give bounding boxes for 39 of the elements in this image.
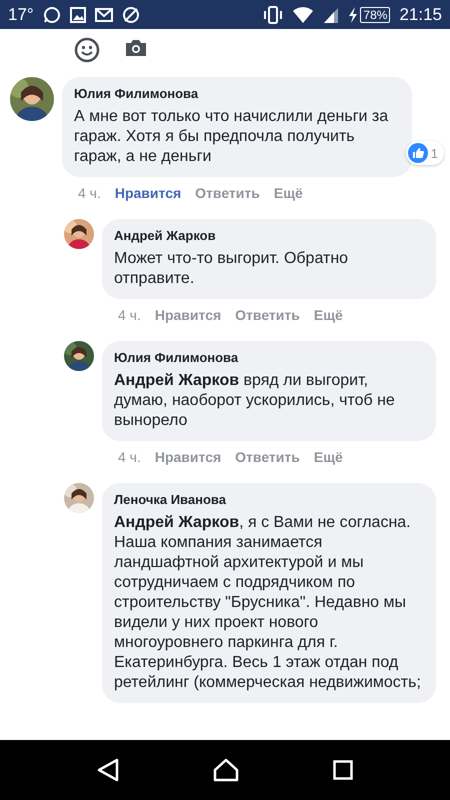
more-link[interactable]: Ещё	[274, 185, 303, 201]
emoji-icon[interactable]	[74, 37, 100, 63]
like-link[interactable]: Нравится	[154, 307, 222, 323]
back-icon[interactable]	[97, 758, 119, 782]
comment-text: А мне вот только что начислили деньги за гараж. Хотя я бы предпочла получить гараж, а не деньги	[74, 107, 390, 167]
comment-text: Может что-то выгорит. Обратно отправите.	[114, 249, 350, 289]
reaction-badge[interactable]: 1	[406, 141, 444, 165]
vibrate-icon	[263, 6, 284, 24]
author-name[interactable]: Юлия Филимонова	[114, 350, 238, 365]
comment-time: 4 ч.	[118, 449, 141, 465]
comment-text: Андрей Жарков, я с Вами не согласна. Наша компания занимается ландшафтной архитектурой и мы сотрудничаем с подрядчиком по строительству "Брусника". Недавно мы видели у них проект нового многоуровнего паркинга для г. Екатеринбурга. Весь 1 этаж отдан под ретейлинг (коммерческая недвижимость;	[114, 513, 422, 693]
comment-text: Андрей Жарков вряд ли выгорит, думаю, наоборот ускорились, чтоб не вынорело	[114, 371, 396, 431]
reaction-count: 1	[430, 146, 438, 160]
wifi-icon	[292, 6, 314, 24]
image-icon	[70, 6, 86, 22]
reply-link[interactable]: Ответить	[195, 185, 260, 201]
chat-icon	[42, 6, 61, 24]
thumbs-up-icon	[408, 143, 428, 163]
author-name[interactable]: Леночка Иванова	[114, 492, 226, 507]
mail-icon	[94, 8, 113, 22]
temperature: 17°	[8, 4, 34, 24]
signal-icon	[323, 6, 340, 22]
reply-link[interactable]: Ответить	[235, 449, 300, 465]
home-icon[interactable]	[213, 758, 239, 782]
more-link[interactable]: Ещё	[314, 307, 343, 323]
comment-time: 4 ч.	[78, 185, 101, 201]
recent-apps-icon[interactable]	[333, 760, 353, 780]
like-link[interactable]: Нравится	[154, 449, 222, 465]
blocked-icon	[122, 6, 140, 24]
more-link[interactable]: Ещё	[314, 449, 343, 465]
camera-icon[interactable]	[124, 37, 148, 59]
author-name[interactable]: Андрей Жарков	[114, 228, 216, 243]
author-name[interactable]: Юлия Филимонова	[74, 86, 198, 101]
reply-link[interactable]: Ответить	[235, 307, 300, 323]
comment-time: 4 ч.	[118, 307, 141, 323]
clock: 21:15	[399, 4, 442, 24]
like-link[interactable]: Нравится	[114, 185, 182, 201]
charging-icon	[348, 6, 358, 22]
battery-level: 78%	[360, 6, 390, 22]
